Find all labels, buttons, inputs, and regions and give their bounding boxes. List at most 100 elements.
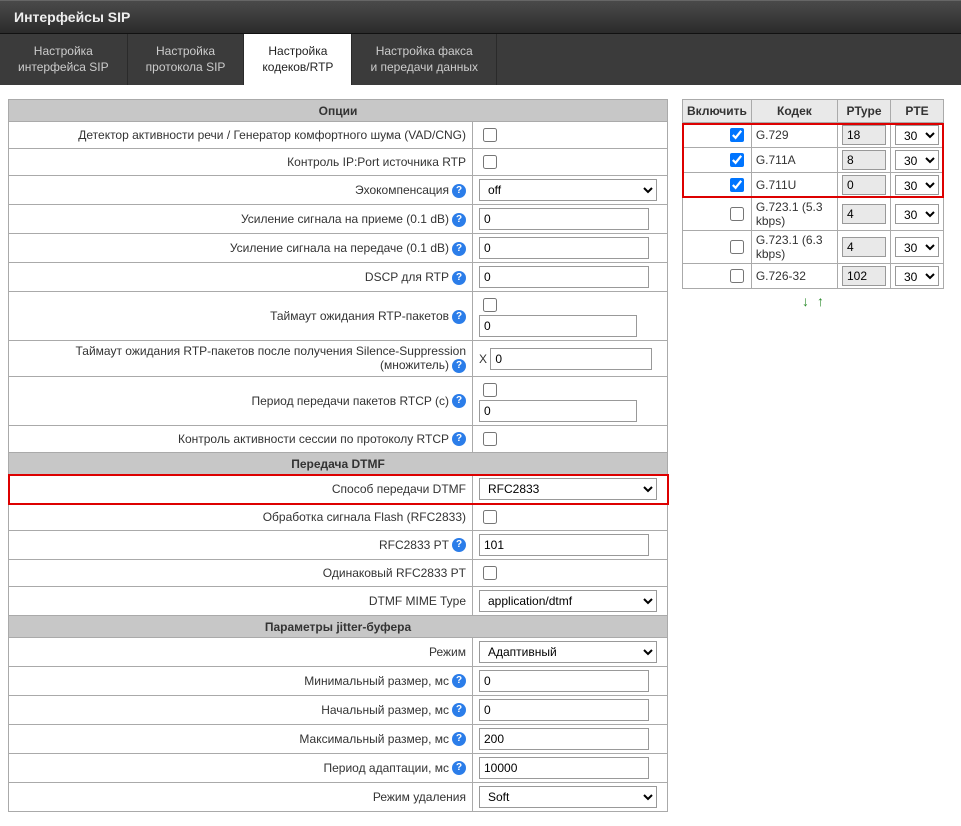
codec-row[interactable]: G.711U 30 — [683, 173, 944, 198]
label-jb-del: Режим удаления — [373, 790, 466, 804]
help-icon[interactable]: ? — [452, 674, 466, 688]
rfc-pt-input[interactable] — [479, 534, 649, 556]
label-tx-gain: Усиление сигнала на передаче (0.1 dB) — [230, 241, 449, 255]
jb-init-input[interactable] — [479, 699, 649, 721]
rtp-timeout-checkbox[interactable] — [483, 298, 497, 312]
codec-pte-select[interactable]: 30 — [895, 175, 939, 195]
rtcp-period-checkbox[interactable] — [483, 383, 497, 397]
label-flash: Обработка сигнала Flash (RFC2833) — [263, 510, 466, 524]
section-jitter: Параметры jitter-буфера — [9, 616, 668, 638]
codec-name: G.723.1 (5.3 kbps) — [751, 198, 837, 231]
label-jb-init: Начальный размер, мс — [321, 703, 449, 717]
move-up-icon[interactable]: ↑ — [817, 293, 824, 309]
echo-select[interactable]: off — [479, 179, 657, 201]
codec-enable-checkbox[interactable] — [730, 178, 744, 192]
help-icon[interactable]: ? — [452, 432, 466, 446]
jb-del-select[interactable]: Soft — [479, 786, 657, 808]
jb-mode-select[interactable]: Адаптивный — [479, 641, 657, 663]
same-pt-checkbox[interactable] — [483, 566, 497, 580]
label-echo: Эхокомпенсация — [355, 183, 449, 197]
codec-row[interactable]: G.729 30 — [683, 123, 944, 148]
codec-pte-select[interactable]: 30 — [895, 266, 939, 286]
flash-checkbox[interactable] — [483, 510, 497, 524]
codec-pte-select[interactable]: 30 — [895, 150, 939, 170]
codec-pte-select[interactable]: 30 — [895, 204, 939, 224]
codec-enable-checkbox[interactable] — [730, 269, 744, 283]
codecs-table: Включить Кодек PType PTE G.729 30 G.711A 30… — [682, 99, 944, 289]
jb-min-input[interactable] — [479, 670, 649, 692]
label-dtmf-mode: Способ передачи DTMF — [332, 482, 466, 496]
reorder-arrows: ↓ ↑ — [682, 293, 944, 309]
ss-factor-prefix: X — [479, 352, 487, 366]
rtp-src-checkbox[interactable] — [483, 155, 497, 169]
codec-row[interactable]: G.726-32 30 — [683, 264, 944, 289]
codec-ptype-input[interactable] — [842, 125, 886, 145]
help-icon[interactable]: ? — [452, 538, 466, 552]
codec-enable-checkbox[interactable] — [730, 240, 744, 254]
options-form: Опции Детектор активности речи / Генерат… — [8, 99, 668, 812]
codec-enable-checkbox[interactable] — [730, 207, 744, 221]
ss-factor-input[interactable] — [490, 348, 652, 370]
help-icon[interactable]: ? — [452, 394, 466, 408]
tab-1[interactable]: Настройкапротокола SIP — [128, 34, 245, 85]
codec-ptype-input[interactable] — [842, 150, 886, 170]
codec-name: G.711A — [751, 148, 837, 173]
codec-pte-select[interactable]: 30 — [895, 237, 939, 257]
help-icon[interactable]: ? — [452, 761, 466, 775]
label-rx-gain: Усиление сигнала на приеме (0.1 dB) — [241, 212, 449, 226]
label-mime: DTMF MIME Type — [369, 594, 466, 608]
codec-enable-checkbox[interactable] — [730, 128, 744, 142]
codec-name: G.711U — [751, 173, 837, 198]
label-dscp: DSCP для RTP — [365, 270, 449, 284]
label-rfc-pt: RFC2833 PT — [379, 538, 449, 552]
move-down-icon[interactable]: ↓ — [802, 293, 809, 309]
rtcp-period-input[interactable] — [479, 400, 637, 422]
codec-ptype-input[interactable] — [842, 204, 886, 224]
help-icon[interactable]: ? — [452, 732, 466, 746]
help-icon[interactable]: ? — [452, 242, 466, 256]
rtcp-ctrl-checkbox[interactable] — [483, 432, 497, 446]
dscp-input[interactable] — [479, 266, 649, 288]
codec-ptype-input[interactable] — [842, 237, 886, 257]
label-rtp-timeout: Таймаут ожидания RTP-пакетов — [270, 309, 449, 323]
codec-row[interactable]: G.723.1 (6.3 kbps)30 — [683, 231, 944, 264]
codecs-th-codec: Кодек — [751, 100, 837, 123]
help-icon[interactable]: ? — [452, 213, 466, 227]
label-same-pt: Одинаковый RFC2833 PT — [323, 566, 466, 580]
help-icon[interactable]: ? — [452, 310, 466, 324]
label-ss-factor: Таймаут ожидания RTP-пакетов после получ… — [76, 344, 467, 372]
help-icon[interactable]: ? — [452, 271, 466, 285]
label-jb-max: Максимальный размер, мс — [299, 732, 449, 746]
label-rtcp-period: Период передачи пакетов RTCP (с) — [251, 394, 449, 408]
dtmf-mode-select[interactable]: RFC2833 — [479, 478, 657, 500]
codec-name: G.729 — [751, 123, 837, 148]
codec-ptype-input[interactable] — [842, 266, 886, 286]
vad-checkbox[interactable] — [483, 128, 497, 142]
tabs-bar: Настройкаинтерфейса SIPНастройкапротокол… — [0, 34, 961, 85]
label-jb-mode: Режим — [429, 645, 466, 659]
rtp-timeout-input[interactable] — [479, 315, 637, 337]
codec-enable-checkbox[interactable] — [730, 153, 744, 167]
codecs-th-ptype: PType — [838, 100, 891, 123]
help-icon[interactable]: ? — [452, 184, 466, 198]
label-jb-min: Минимальный размер, мс — [304, 674, 449, 688]
codec-name: G.726-32 — [751, 264, 837, 289]
jb-adapt-input[interactable] — [479, 757, 649, 779]
codec-pte-select[interactable]: 30 — [895, 125, 939, 145]
tab-3[interactable]: Настройка факсаи передачи данных — [352, 34, 497, 85]
mime-select[interactable]: application/dtmf — [479, 590, 657, 612]
codec-row[interactable]: G.711A 30 — [683, 148, 944, 173]
codecs-th-enable: Включить — [683, 100, 752, 123]
tab-2[interactable]: Настройкакодеков/RTP — [244, 34, 352, 85]
jb-max-input[interactable] — [479, 728, 649, 750]
section-options: Опции — [9, 100, 668, 122]
codecs-th-pte: PTE — [891, 100, 944, 123]
label-rtp-src: Контроль IP:Port источника RTP — [287, 155, 466, 169]
codec-row[interactable]: G.723.1 (5.3 kbps) 30 — [683, 198, 944, 231]
rx-gain-input[interactable] — [479, 208, 649, 230]
tab-0[interactable]: Настройкаинтерфейса SIP — [0, 34, 128, 85]
codec-ptype-input[interactable] — [842, 175, 886, 195]
tx-gain-input[interactable] — [479, 237, 649, 259]
help-icon[interactable]: ? — [452, 703, 466, 717]
help-icon[interactable]: ? — [452, 359, 466, 373]
